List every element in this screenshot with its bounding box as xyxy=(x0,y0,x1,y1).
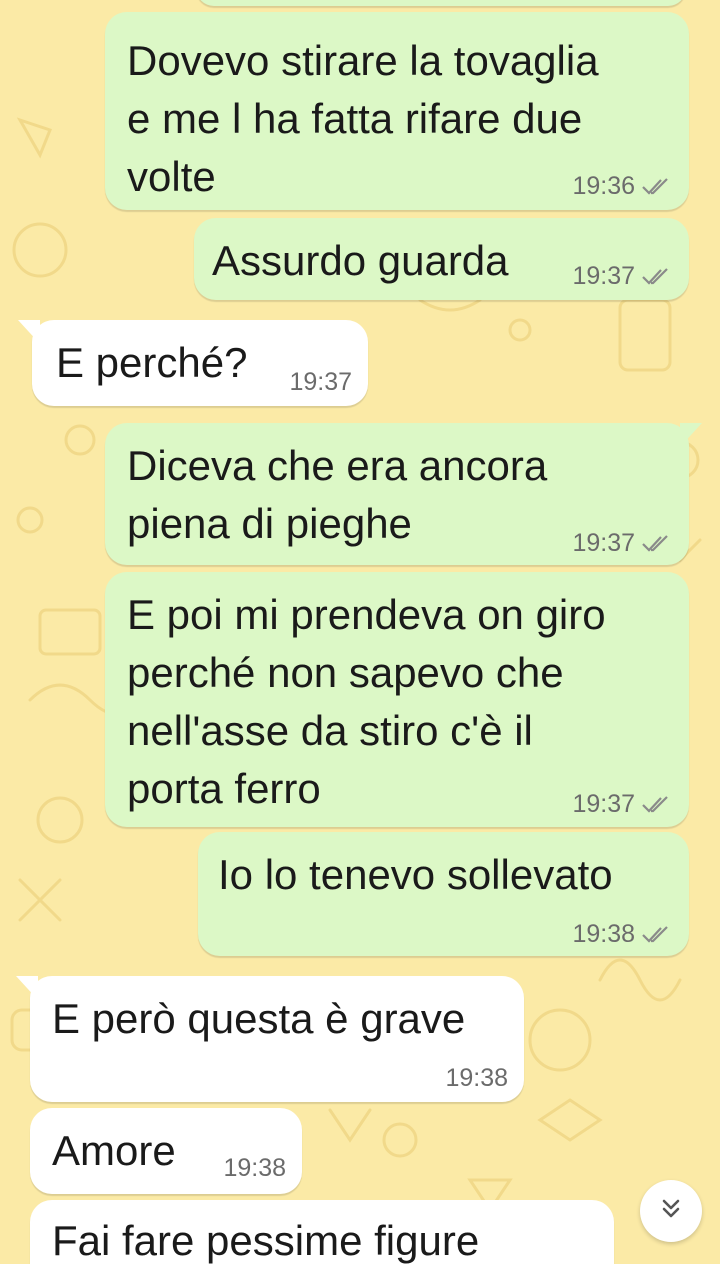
message-meta: 19:36 xyxy=(572,172,671,201)
delivered-icon xyxy=(641,795,671,814)
message-bubble-incoming[interactable]: Fai fare pessime figure xyxy=(30,1200,614,1264)
message-meta: 19:37 xyxy=(572,529,671,558)
message-time: 19:38 xyxy=(223,1154,286,1182)
message-time: 19:37 xyxy=(572,790,635,818)
message-time: 19:38 xyxy=(572,920,635,948)
message-meta: 19:37 xyxy=(289,368,352,397)
message-time: 19:36 xyxy=(572,172,635,200)
message-time: 19:37 xyxy=(289,368,352,396)
message-text: Fai fare pessime figure xyxy=(52,1217,480,1264)
message-text: Amore xyxy=(52,1127,176,1174)
message-bubble-incoming[interactable]: Amore 19:38 xyxy=(30,1108,302,1194)
message-meta: 19:38 xyxy=(223,1154,286,1183)
message-bubble-incoming[interactable]: E perché? 19:37 xyxy=(32,320,368,406)
message-bubble-outgoing[interactable]: Dovevo stirare la tovaglia e me l ha fat… xyxy=(105,12,689,210)
delivered-icon xyxy=(641,925,671,944)
message-bubble-incoming[interactable]: E però questa è grave 19:38 xyxy=(30,976,524,1102)
message-bubble-outgoing[interactable]: Io lo tenevo sollevato 19:38 xyxy=(198,832,689,956)
message-text: E perché? xyxy=(56,339,248,386)
message-bubble-partial xyxy=(196,0,686,6)
message-text: E poi mi prendeva on giro perché non sap… xyxy=(127,591,606,812)
message-bubble-outgoing[interactable]: E poi mi prendeva on giro perché non sap… xyxy=(105,572,689,827)
message-meta: 19:37 xyxy=(572,790,671,819)
delivered-icon xyxy=(641,534,671,553)
delivered-icon xyxy=(641,267,671,286)
message-text: E però questa è grave xyxy=(52,995,466,1042)
message-meta: 19:38 xyxy=(572,920,671,949)
chat-wallpaper: Dovevo stirare la tovaglia e me l ha fat… xyxy=(0,0,720,1264)
message-text: Io lo tenevo sollevato xyxy=(218,851,613,898)
delivered-icon xyxy=(641,177,671,196)
message-bubble-outgoing[interactable]: Diceva che era ancora piena di pieghe 19… xyxy=(105,423,689,565)
message-time: 19:37 xyxy=(572,262,635,290)
message-time: 19:37 xyxy=(572,529,635,557)
scroll-to-bottom-button[interactable] xyxy=(640,1180,702,1242)
message-meta: 19:37 xyxy=(572,262,671,291)
message-meta: 19:38 xyxy=(445,1064,508,1093)
message-text: Assurdo guarda xyxy=(212,237,509,284)
chevron-double-down-icon xyxy=(657,1195,685,1228)
message-bubble-outgoing[interactable]: Assurdo guarda 19:37 xyxy=(194,218,689,300)
message-time: 19:38 xyxy=(445,1064,508,1092)
